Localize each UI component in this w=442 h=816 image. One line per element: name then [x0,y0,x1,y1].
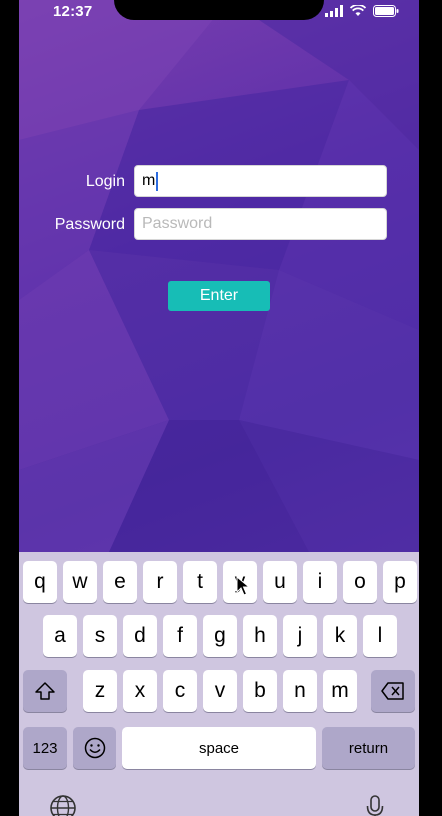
battery-icon [373,5,399,17]
numbers-key[interactable]: 123 [23,727,67,769]
key-p[interactable]: p [383,561,417,603]
on-screen-keyboard: q w e r t y u i o p a s d f g h j k l z … [19,552,419,816]
login-input[interactable]: m [134,165,387,197]
key-o[interactable]: o [343,561,377,603]
key-u[interactable]: u [263,561,297,603]
key-j[interactable]: j [283,615,317,657]
key-v[interactable]: v [203,670,237,712]
device-frame: 12:37 Login m Password Password Enter q … [0,0,442,816]
signal-icon [325,5,343,17]
password-label: Password [54,216,125,233]
emoji-icon [84,737,105,759]
background-polygons [19,0,419,552]
backspace-icon [381,682,404,700]
key-e[interactable]: e [103,561,137,603]
key-q[interactable]: q [23,561,57,603]
key-f[interactable]: f [163,615,197,657]
globe-icon[interactable] [49,794,77,816]
key-b[interactable]: b [243,670,277,712]
wifi-icon [350,5,366,17]
status-time: 12:37 [53,3,93,20]
emoji-key[interactable] [73,727,116,769]
status-bar: 12:37 [19,0,419,28]
shift-key[interactable] [23,670,67,712]
microphone-icon[interactable] [365,794,385,816]
key-i[interactable]: i [303,561,337,603]
backspace-key[interactable] [371,670,415,712]
return-key[interactable]: return [322,727,415,769]
enter-button[interactable]: Enter [168,281,270,311]
pointer-cursor-icon [236,575,251,601]
text-caret [156,171,159,191]
key-t[interactable]: t [183,561,217,603]
password-placeholder: Password [142,215,213,232]
login-label: Login [85,173,125,190]
key-a[interactable]: a [43,615,77,657]
key-n[interactable]: n [283,670,317,712]
key-d[interactable]: d [123,615,157,657]
password-input[interactable]: Password [134,208,387,240]
key-h[interactable]: h [243,615,277,657]
key-z[interactable]: z [83,670,117,712]
key-l[interactable]: l [363,615,397,657]
key-x[interactable]: x [123,670,157,712]
key-r[interactable]: r [143,561,177,603]
key-g[interactable]: g [203,615,237,657]
app-screen: 12:37 Login m Password Password Enter q … [19,0,419,816]
key-s[interactable]: s [83,615,117,657]
key-c[interactable]: c [163,670,197,712]
key-m[interactable]: m [323,670,357,712]
login-input-value: m [142,172,156,189]
key-k[interactable]: k [323,615,357,657]
shift-icon [35,682,55,700]
space-key[interactable]: space [122,727,316,769]
key-w[interactable]: w [63,561,97,603]
